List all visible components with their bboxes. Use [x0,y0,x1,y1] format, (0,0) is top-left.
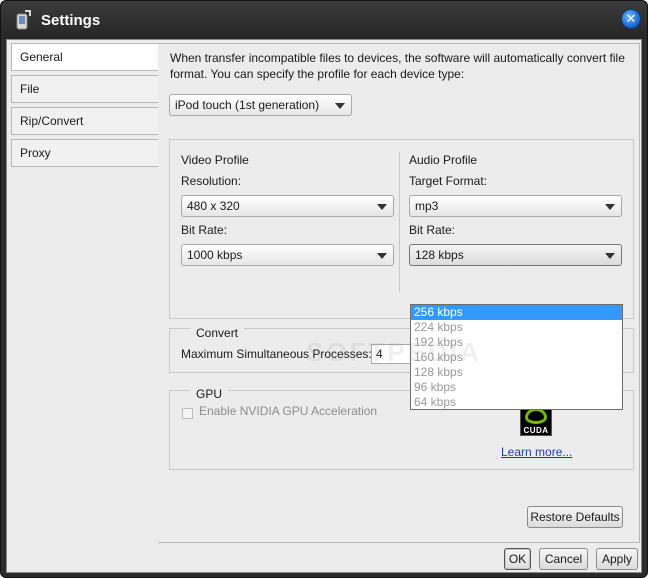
dropdown-option[interactable]: 192 kbps [411,335,622,350]
learn-more-link[interactable]: Learn more... [501,445,572,459]
max-processes-input[interactable]: 4 [371,344,411,364]
nvidia-eye-icon [525,408,547,424]
resolution-value: 480 x 320 [187,199,240,213]
audio-bitrate-dropdown[interactable]: 256 kbps 224 kbps 192 kbps 160 kbps 128 … [410,304,623,410]
max-processes-label: Maximum Simultaneous Processes: [181,347,372,361]
sidebar-item-label: General [20,50,63,64]
apply-button[interactable]: Apply [596,548,638,570]
dropdown-option[interactable]: 128 kbps [411,365,622,380]
resolution-label: Resolution: [181,174,242,188]
gpu-legend: GPU [190,387,229,401]
chevron-down-icon [377,204,387,210]
sidebar-item-file[interactable]: File [11,75,161,103]
chevron-down-icon [377,253,387,259]
sidebar-item-label: Proxy [20,146,51,160]
general-settings-panel: When transfer incompatible files to devi… [158,43,640,543]
device-type-select[interactable]: iPod touch (1st generation) [169,94,352,116]
dialog-body: General File Rip/Convert Proxy When tran… [6,39,642,573]
sidebar-item-proxy[interactable]: Proxy [11,139,161,167]
target-format-select[interactable]: mp3 [409,195,622,217]
video-profile-heading: Video Profile [181,153,249,167]
chevron-down-icon [605,204,615,210]
gpu-acceleration-label: Enable NVIDIA GPU Acceleration [199,404,378,418]
intro-text: When transfer incompatible files to devi… [170,51,625,81]
restore-defaults-button[interactable]: Restore Defaults [527,506,623,528]
resolution-select[interactable]: 480 x 320 [181,195,394,217]
target-format-label: Target Format: [409,174,488,188]
app-icon [16,10,31,30]
dropdown-option[interactable]: 64 kbps [411,395,622,410]
ok-button[interactable]: OK [504,548,531,570]
dropdown-option[interactable]: 160 kbps [411,350,622,365]
sidebar-item-label: Rip/Convert [20,114,84,128]
audio-bitrate-label: Bit Rate: [409,223,456,237]
gpu-acceleration-checkbox[interactable] [182,408,193,419]
video-bitrate-value: 1000 kbps [187,248,243,262]
target-format-value: mp3 [415,199,439,213]
close-button[interactable]: ✕ [621,9,641,29]
sidebar-item-label: File [20,82,40,96]
convert-legend: Convert [190,326,245,340]
audio-profile-heading: Audio Profile [409,153,478,167]
video-bitrate-select[interactable]: 1000 kbps [181,244,394,266]
dropdown-option[interactable]: 96 kbps [411,380,622,395]
close-icon: ✕ [625,11,637,26]
dropdown-option[interactable]: 224 kbps [411,320,622,335]
audio-bitrate-value: 128 kbps [415,248,464,262]
window-title: Settings [41,12,101,29]
settings-window: Settings ✕ General File Rip/Convert Prox… [0,0,648,578]
profile-divider [399,152,400,292]
cancel-button[interactable]: Cancel [539,548,588,570]
sidebar-item-rip-convert[interactable]: Rip/Convert [11,107,161,135]
dropdown-option[interactable]: 256 kbps [411,305,622,320]
chevron-down-icon [605,253,615,259]
sidebar-item-general[interactable]: General [11,43,161,71]
device-type-value: iPod touch (1st generation) [175,98,320,112]
video-bitrate-label: Bit Rate: [181,223,228,237]
max-processes-value: 4 [376,347,383,361]
cuda-logo-text: CUDA [523,426,549,435]
audio-bitrate-select[interactable]: 128 kbps [409,244,622,266]
chevron-down-icon [335,103,345,109]
title-bar[interactable]: Settings ✕ [1,1,647,39]
